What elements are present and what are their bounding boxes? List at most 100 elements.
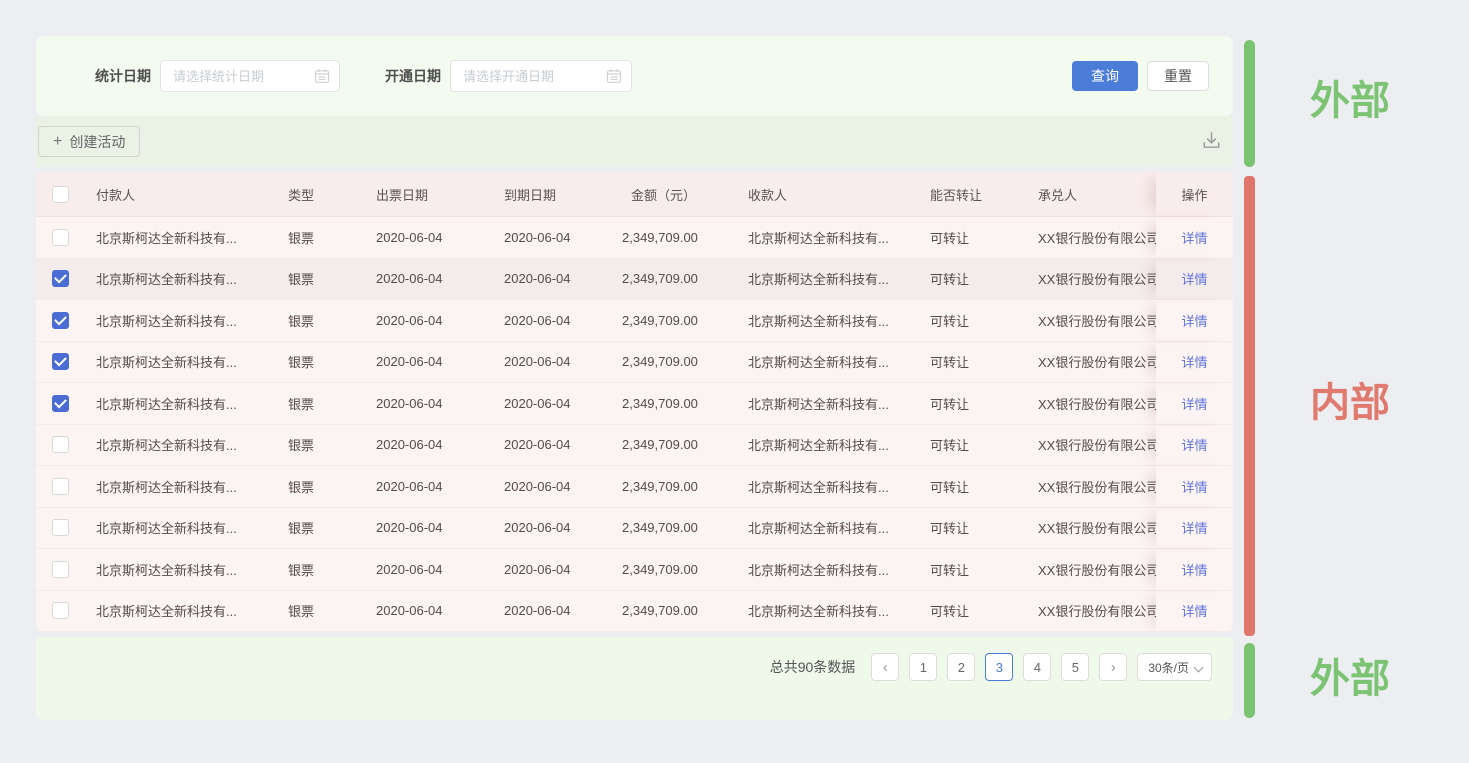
payee-cell: 北京斯柯达全新科技有... [704,435,922,454]
row-checkbox[interactable] [52,478,69,495]
due-date-cell: 2020-06-04 [500,354,622,369]
detail-link[interactable]: 详情 [1181,560,1207,579]
toolbar: + 创建活动 [36,116,1233,167]
row-checkbox[interactable] [52,270,69,287]
header-amount: 金额（元） [622,185,704,204]
table-row: 北京斯柯达全新科技有... 银票 2020-06-04 2020-06-04 2… [36,508,1233,550]
payee-cell: 北京斯柯达全新科技有... [704,352,922,371]
create-activity-button[interactable]: + 创建活动 [38,126,140,157]
issue-date-cell: 2020-06-04 [372,354,500,369]
acceptor-cell: XX银行股份有限公司... [1026,435,1156,454]
prev-page-button[interactable]: ‹ [871,653,899,681]
row-checkbox[interactable] [52,312,69,329]
payer-cell: 北京斯柯达全新科技有... [92,477,284,496]
issue-date-cell: 2020-06-04 [372,479,500,494]
detail-link[interactable]: 详情 [1181,518,1207,537]
download-button[interactable] [1197,128,1225,156]
plus-icon: + [53,134,62,150]
transferable-cell: 可转让 [922,477,1026,496]
page-size-value: 30条/页 [1148,659,1189,676]
transferable-cell: 可转让 [922,352,1026,371]
payer-cell: 北京斯柯达全新科技有... [92,394,284,413]
transferable-cell: 可转让 [922,518,1026,537]
acceptor-cell: XX银行股份有限公司... [1026,394,1156,413]
due-date-cell: 2020-06-04 [500,437,622,452]
detail-link[interactable]: 详情 [1181,477,1207,496]
amount-cell: 2,349,709.00 [622,562,704,577]
next-page-button[interactable]: › [1099,653,1127,681]
due-date-cell: 2020-06-04 [500,520,622,535]
detail-link[interactable]: 详情 [1181,394,1207,413]
transferable-cell: 可转让 [922,560,1026,579]
type-cell: 银票 [284,518,372,537]
annotation-external-top: 外部 [1310,78,1390,124]
payee-cell: 北京斯柯达全新科技有... [704,394,922,413]
row-checkbox[interactable] [52,229,69,246]
row-checkbox[interactable] [52,561,69,578]
detail-link[interactable]: 详情 [1181,269,1207,288]
detail-link[interactable]: 详情 [1181,352,1207,371]
due-date-cell: 2020-06-04 [500,230,622,245]
transferable-cell: 可转让 [922,228,1026,247]
page-button-2[interactable]: 2 [947,653,975,681]
type-cell: 银票 [284,269,372,288]
amount-cell: 2,349,709.00 [622,354,704,369]
amount-cell: 2,349,709.00 [622,520,704,535]
amount-cell: 2,349,709.00 [622,230,704,245]
table-body: 北京斯柯达全新科技有... 银票 2020-06-04 2020-06-04 2… [36,217,1233,632]
payer-cell: 北京斯柯达全新科技有... [92,228,284,247]
due-date-cell: 2020-06-04 [500,479,622,494]
transferable-cell: 可转让 [922,269,1026,288]
detail-link[interactable]: 详情 [1181,435,1207,454]
transferable-cell: 可转让 [922,311,1026,330]
page-button-5[interactable]: 5 [1061,653,1089,681]
type-cell: 银票 [284,228,372,247]
due-date-cell: 2020-06-04 [500,313,622,328]
due-date-cell: 2020-06-04 [500,271,622,286]
amount-cell: 2,349,709.00 [622,396,704,411]
type-cell: 银票 [284,477,372,496]
header-type: 类型 [284,185,372,204]
reset-button[interactable]: 重置 [1147,61,1209,91]
type-cell: 银票 [284,601,372,620]
row-checkbox[interactable] [52,519,69,536]
annotation-external-bottom: 外部 [1310,656,1390,702]
create-activity-label: 创建活动 [69,132,125,152]
stat-date-input[interactable] [160,60,340,92]
issue-date-cell: 2020-06-04 [372,520,500,535]
page-button-4[interactable]: 4 [1023,653,1051,681]
detail-link[interactable]: 详情 [1181,228,1207,247]
select-all-checkbox[interactable] [52,186,69,203]
detail-link[interactable]: 详情 [1181,601,1207,620]
page-button-1[interactable]: 1 [909,653,937,681]
payer-cell: 北京斯柯达全新科技有... [92,269,284,288]
table-row: 北京斯柯达全新科技有... 银票 2020-06-04 2020-06-04 2… [36,549,1233,591]
page-size-select[interactable]: 30条/页 [1137,653,1212,681]
amount-cell: 2,349,709.00 [622,603,704,618]
open-date-input[interactable] [450,60,632,92]
detail-link[interactable]: 详情 [1181,311,1207,330]
acceptor-cell: XX银行股份有限公司... [1026,477,1156,496]
page-buttons: 12345 [909,653,1089,681]
payer-cell: 北京斯柯达全新科技有... [92,311,284,330]
row-checkbox[interactable] [52,395,69,412]
row-checkbox[interactable] [52,436,69,453]
table-row: 北京斯柯达全新科技有... 银票 2020-06-04 2020-06-04 2… [36,342,1233,384]
internal-bar [1244,176,1255,636]
annotation-internal: 内部 [1310,380,1390,426]
payee-cell: 北京斯柯达全新科技有... [704,228,922,247]
page-button-3[interactable]: 3 [985,653,1013,681]
row-checkbox[interactable] [52,353,69,370]
acceptor-cell: XX银行股份有限公司... [1026,311,1156,330]
acceptor-cell: XX银行股份有限公司... [1026,352,1156,371]
header-issue-date: 出票日期 [372,185,500,204]
type-cell: 银票 [284,311,372,330]
external-bar-top [1244,40,1255,167]
table-row: 北京斯柯达全新科技有... 银票 2020-06-04 2020-06-04 2… [36,259,1233,301]
calendar-icon [314,68,330,84]
table-row: 北京斯柯达全新科技有... 银票 2020-06-04 2020-06-04 2… [36,217,1233,259]
download-icon [1200,129,1223,155]
pagination-panel: 总共90条数据 ‹ 12345 › 30条/页 [36,637,1233,720]
row-checkbox[interactable] [52,602,69,619]
search-button[interactable]: 查询 [1072,61,1138,91]
